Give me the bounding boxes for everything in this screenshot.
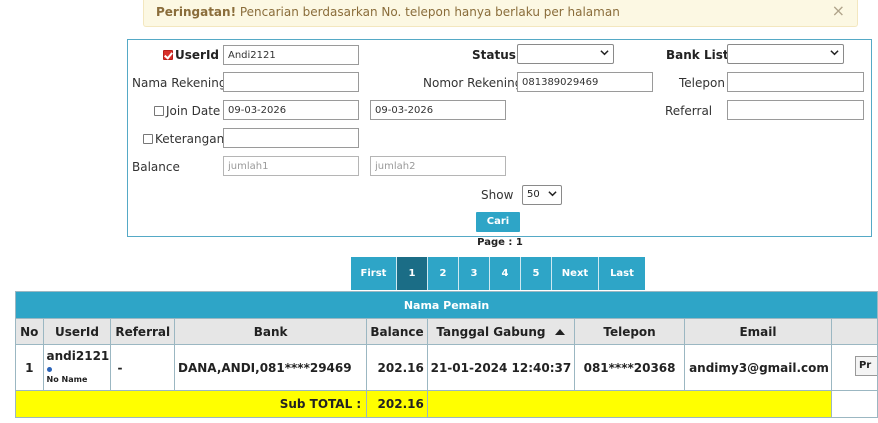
sort-asc-icon[interactable] xyxy=(555,328,566,335)
search-form: UserId Status Bank List Nama Rekening No… xyxy=(127,39,872,237)
col-action xyxy=(830,318,878,345)
table-row: 1 andi2121 No Name - DANA,ANDI,081****29… xyxy=(15,344,878,391)
cell-action: Pr xyxy=(830,344,878,391)
subtotal-label: Sub TOTAL : xyxy=(14,390,368,418)
col-userid: UserId xyxy=(42,318,112,345)
userid-label: UserId xyxy=(175,48,219,62)
search-button[interactable]: Cari xyxy=(476,212,520,232)
nama-rekening-input[interactable] xyxy=(223,72,359,92)
page-last[interactable]: Last xyxy=(599,257,645,290)
pagination: First 1 2 3 4 5 Next Last xyxy=(351,257,645,290)
subtotal-row: Sub TOTAL : 202.16 xyxy=(14,390,878,418)
page-3[interactable]: 3 xyxy=(459,257,490,290)
userid-input[interactable] xyxy=(223,45,359,65)
page-first[interactable]: First xyxy=(351,257,397,290)
cell-userid: andi2121 No Name xyxy=(42,344,112,391)
page-info: Page : 1 xyxy=(477,237,523,248)
col-telepon: Telepon xyxy=(574,318,686,345)
col-tanggal-label: Tanggal Gabung xyxy=(436,324,546,339)
page-next[interactable]: Next xyxy=(552,257,599,290)
cell-referral: - xyxy=(110,344,176,391)
chevron-down-icon xyxy=(600,50,609,56)
subtotal-filler xyxy=(426,390,832,418)
show-select[interactable]: 50 xyxy=(522,185,562,205)
userid-checkbox[interactable] xyxy=(163,50,173,60)
col-email: Email xyxy=(684,318,832,345)
subtotal-value: 202.16 xyxy=(366,390,428,418)
col-bank: Bank xyxy=(174,318,368,345)
cell-bank: DANA,ANDI,081****29469 xyxy=(174,344,368,391)
info-icon[interactable] xyxy=(46,366,52,372)
chevron-down-icon xyxy=(548,191,557,197)
join-date-label: Join Date xyxy=(166,104,221,118)
warning-alert: Peringatan! Pencarian berdasarkan No. te… xyxy=(143,0,858,27)
profile-button[interactable]: Pr xyxy=(854,356,877,376)
keterangan-label: Keterangan xyxy=(155,132,225,146)
alert-message: Pencarian berdasarkan No. telepon hanya … xyxy=(236,5,620,19)
page-1[interactable]: 1 xyxy=(397,257,428,290)
cell-no: 1 xyxy=(15,344,44,391)
balance-max-input[interactable] xyxy=(370,156,506,176)
keterangan-input[interactable] xyxy=(223,128,359,148)
close-icon[interactable]: × xyxy=(832,3,845,19)
status-select[interactable] xyxy=(517,44,614,64)
col-balance: Balance xyxy=(366,318,428,345)
referral-label: Referral xyxy=(665,104,713,118)
page-2[interactable]: 2 xyxy=(428,257,459,290)
referral-input[interactable] xyxy=(727,100,864,120)
table-title: Nama Pemain xyxy=(15,291,878,319)
alert-title: Peringatan! xyxy=(156,5,237,19)
cell-email: andimy3@gmail.com xyxy=(684,344,832,391)
cell-balance: 202.16 xyxy=(366,344,428,391)
nomor-rekening-input[interactable] xyxy=(517,72,653,92)
chevron-down-icon xyxy=(830,50,839,56)
userid-note: No Name xyxy=(46,374,88,384)
status-label: Status xyxy=(472,48,516,62)
subtotal-blank xyxy=(830,390,878,418)
balance-min-input[interactable] xyxy=(223,156,359,176)
balance-label: Balance xyxy=(132,160,180,174)
nama-rekening-label: Nama Rekening xyxy=(132,76,227,90)
col-no: No xyxy=(15,318,44,345)
players-table: Nama Pemain No UserId Referral Bank Bala… xyxy=(14,291,878,418)
page-5[interactable]: 5 xyxy=(521,257,552,290)
show-label: Show xyxy=(481,188,514,202)
cell-telepon: 081****20368 xyxy=(574,344,686,391)
nomor-rekening-label: Nomor Rekening xyxy=(423,76,523,90)
show-selected: 50 xyxy=(527,189,540,200)
join-date-from-input[interactable] xyxy=(223,100,359,120)
join-date-checkbox[interactable] xyxy=(154,106,164,116)
banklist-select[interactable] xyxy=(727,44,844,64)
page-4[interactable]: 4 xyxy=(490,257,521,290)
telepon-input[interactable] xyxy=(727,72,864,92)
banklist-label: Bank List xyxy=(666,48,729,62)
col-tanggal-gabung[interactable]: Tanggal Gabung xyxy=(426,318,576,345)
join-date-to-input[interactable] xyxy=(370,100,506,120)
userid-link[interactable]: andi2121 xyxy=(47,350,111,362)
keterangan-checkbox[interactable] xyxy=(143,134,153,144)
telepon-label: Telepon xyxy=(679,76,725,90)
cell-tanggal: 21-01-2024 12:40:37 xyxy=(426,344,576,391)
col-referral: Referral xyxy=(110,318,176,345)
